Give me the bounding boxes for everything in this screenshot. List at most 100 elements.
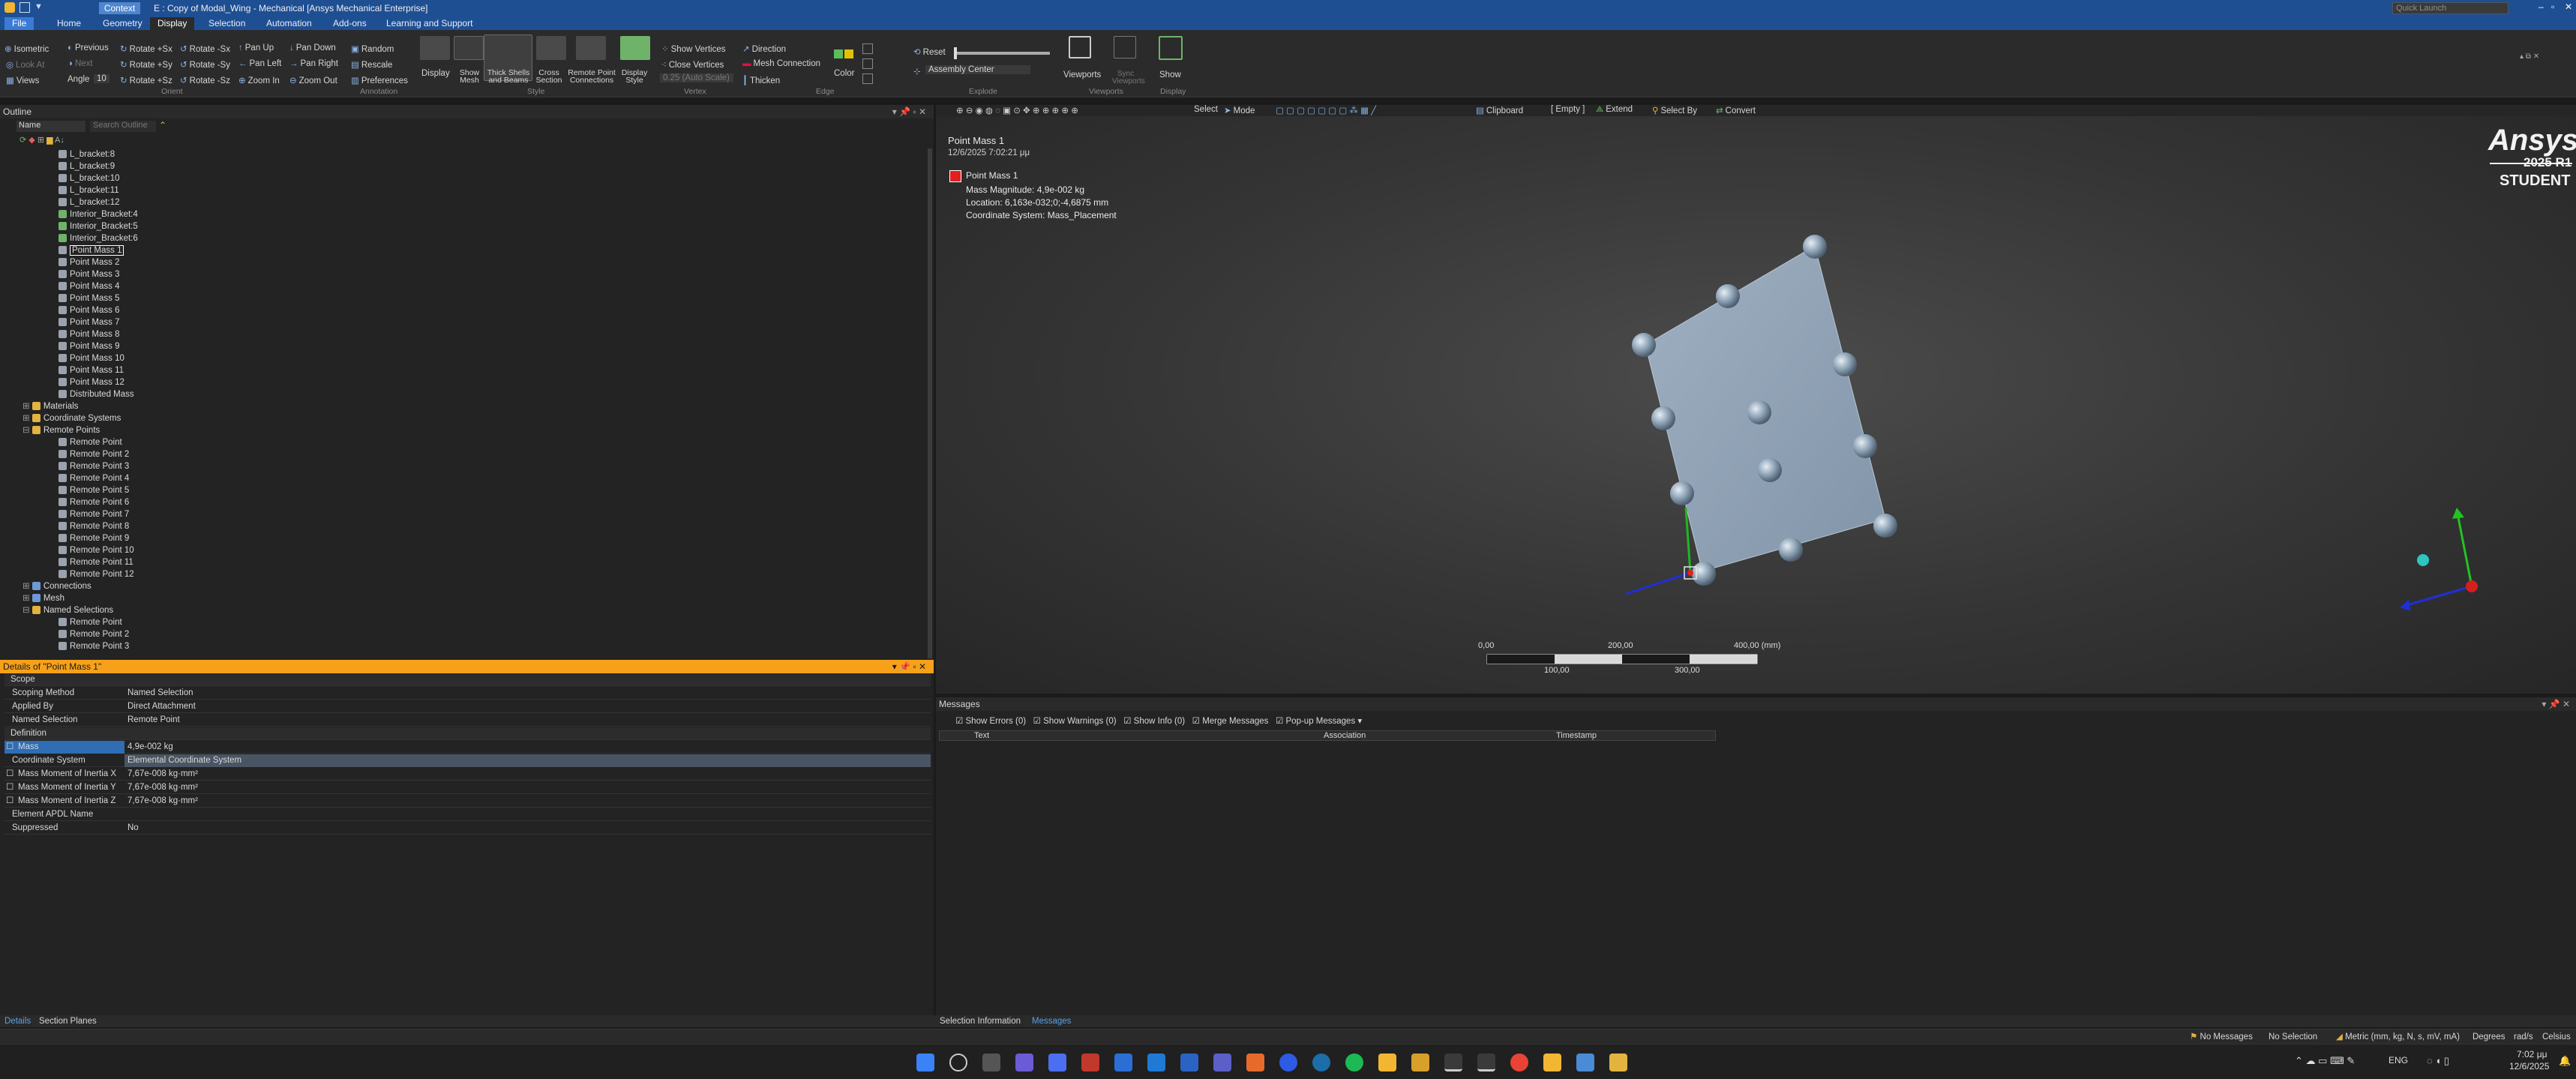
details-value[interactable]: 7,67e-008 kg·mm² (127, 768, 198, 781)
tag-icon[interactable]: ◆ (28, 136, 34, 145)
graphics-viewport[interactable]: Point Mass 1 12/6/2025 7:02:21 μμ Point … (936, 116, 2576, 694)
file-explorer-icon[interactable] (1378, 1054, 1396, 1072)
selection-filter-icons[interactable]: ▢ ▢ ▢ ▢ ▢ ▢ ▢ ⁂ ▦ ╱ (1276, 105, 1376, 115)
outline-tree-item[interactable]: Remote Point 10 (58, 544, 134, 556)
outline-tree-item[interactable]: Remote Point 2 (58, 628, 129, 640)
outline-tree-item[interactable]: ⊞ Coordinate Systems (22, 412, 121, 424)
tab-display[interactable]: Display (150, 17, 195, 30)
details-row[interactable]: Applied By Direct Attachment (4, 700, 931, 713)
network-volume-icons[interactable]: ◌ ◖ ▯ (2427, 1055, 2449, 1067)
column-timestamp[interactable]: Timestamp (1556, 731, 1597, 740)
details-value[interactable]: Direct Attachment (127, 700, 196, 713)
minimize-icon[interactable]: – (2539, 1, 2544, 12)
search-icon[interactable] (949, 1054, 967, 1072)
expand-icon[interactable]: ⊞ (37, 136, 44, 145)
details-row[interactable]: Mass Moment of Inertia X ☐ 7,67e-008 kg·mm… (4, 768, 931, 781)
word-icon[interactable] (1180, 1054, 1198, 1072)
edge-option-3-icon[interactable] (862, 73, 873, 84)
outline-tree-item[interactable]: L_bracket:10 (58, 172, 120, 184)
photos-icon[interactable] (1576, 1054, 1594, 1072)
outline-tree-item[interactable]: ⊞ Connections (22, 580, 91, 592)
outline-tree-item[interactable]: Point Mass 10 (58, 352, 124, 364)
edge-icon[interactable] (1312, 1054, 1330, 1072)
search-options-icon[interactable]: ⌃ (159, 120, 166, 130)
outline-tree-item[interactable]: Interior_Bracket:4 (58, 208, 138, 220)
show-warnings-checkbox[interactable]: ☑ Show Warnings (0) (1033, 717, 1117, 726)
ansys-workbench-icon[interactable] (1444, 1054, 1462, 1072)
outline-tree-item[interactable]: Point Mass 3 (58, 268, 119, 280)
pan-down-button[interactable]: ↓ Pan Down (289, 43, 336, 52)
outline-tree-item[interactable]: Point Mass 11 (58, 364, 124, 376)
previous-button[interactable]: ◐ Previous (67, 43, 109, 52)
tab-geometry[interactable]: Geometry (95, 17, 150, 30)
pan-up-button[interactable]: ↑ Pan Up (238, 43, 274, 52)
expand-toggle-icon[interactable]: ⊞ (22, 414, 32, 423)
tab-selection[interactable]: Selection (201, 17, 253, 30)
merge-messages-checkbox[interactable]: ☑ Merge Messages (1192, 717, 1269, 726)
select-by-dropdown[interactable]: ⚲ Select By (1652, 105, 1697, 115)
clipboard-dropdown[interactable]: ▤ Clipboard (1476, 105, 1523, 115)
vertex-scale-dropdown[interactable]: 0.25 (Auto Scale) (660, 73, 733, 82)
vscode-icon[interactable] (1147, 1054, 1165, 1072)
outline-tree-item[interactable]: L_bracket:12 (58, 196, 120, 208)
maximize-icon[interactable]: ▫ (2551, 1, 2554, 12)
edge-color-swatch-green[interactable] (834, 49, 843, 58)
quick-launch-input[interactable]: Quick Launch (2392, 2, 2509, 14)
edge-color-label[interactable]: Color (834, 69, 854, 78)
assembly-center-dropdown[interactable]: Assembly Center (925, 65, 1030, 74)
app-grid-icon[interactable] (1543, 1054, 1561, 1072)
angle-input[interactable]: 10 (94, 74, 109, 83)
tab-selection-information[interactable]: Selection Information (940, 1015, 1021, 1027)
outline-search-input[interactable]: Search Outline (90, 121, 156, 132)
clock-time[interactable]: 7:02 μμ (2517, 1049, 2548, 1060)
spotify-icon[interactable] (1345, 1054, 1363, 1072)
popup-messages-checkbox[interactable]: ☑ Pop-up Messages ▾ (1276, 717, 1362, 726)
zoom-tools-icons[interactable]: ⊕ ⊖ ◉ ◍ ◌ ▣ ⊙ ✥ ⊕ ⊕ ⊕ ⊕ ⊕ (956, 105, 1078, 115)
outlook-icon[interactable] (1114, 1054, 1132, 1072)
context-tab[interactable]: Context (99, 2, 140, 14)
rescale-button[interactable]: ▤ Rescale (351, 59, 392, 70)
app-orange-icon[interactable] (1246, 1054, 1264, 1072)
edge-option-1-icon[interactable] (862, 43, 873, 54)
outline-tree-item[interactable]: Remote Point 4 (58, 472, 129, 484)
app-yellow-icon[interactable] (1411, 1054, 1429, 1072)
language-indicator[interactable]: ENG (2389, 1055, 2408, 1066)
display-style-icon[interactable] (620, 36, 650, 60)
show-mesh-icon[interactable] (454, 36, 484, 60)
details-section[interactable]: Definition (4, 727, 931, 740)
expand-toggle-icon[interactable]: ⊟ (22, 426, 32, 435)
outline-tree-item[interactable]: Remote Point 2 (58, 448, 129, 460)
outline-tree-item[interactable]: Remote Point 11 (58, 556, 133, 568)
direction-button[interactable]: ↗ Direction (742, 43, 786, 54)
sort-icon[interactable]: A↓ (55, 136, 64, 145)
qat-dropdown-icon[interactable]: ▼ (34, 2, 43, 11)
outline-tree-item[interactable]: Interior_Bracket:5 (58, 220, 138, 232)
details-value[interactable]: Remote Point (127, 714, 180, 727)
preferences-button[interactable]: ▥ Preferences (351, 75, 408, 85)
details-value[interactable]: Elemental Coordinate System (127, 754, 241, 767)
clock-date[interactable]: 12/6/2025 (2509, 1061, 2549, 1072)
outline-tree-item[interactable]: Interior_Bracket:6 (58, 232, 138, 244)
tab-learning-support[interactable]: Learning and Support (379, 17, 480, 30)
remote-point-connections-icon[interactable] (576, 36, 606, 60)
expand-toggle-icon[interactable]: ⊞ (22, 594, 32, 603)
start-icon[interactable] (916, 1054, 934, 1072)
column-text[interactable]: Text (974, 731, 989, 740)
details-row[interactable]: Named Selection Remote Point (4, 714, 931, 727)
outline-tree-item[interactable]: Remote Point 8 (58, 520, 129, 532)
outline-tree-item[interactable]: Point Mass 1 (58, 244, 124, 256)
zoom-out-button[interactable]: ⊖ Zoom Out (289, 75, 337, 85)
outline-tree-item[interactable]: Point Mass 4 (58, 280, 119, 292)
outline-tree-item[interactable]: Remote Point (58, 616, 122, 628)
chrome-icon[interactable] (1510, 1054, 1528, 1072)
refresh-icon[interactable]: ⟳ (19, 136, 26, 145)
tab-details[interactable]: Details (4, 1015, 31, 1027)
outline-tree-item[interactable]: Remote Point (58, 436, 122, 448)
convert-dropdown[interactable]: ⇄ Convert (1716, 105, 1756, 115)
extend-dropdown[interactable]: ⟁ Extend (1596, 105, 1633, 115)
show-vertices-button[interactable]: ⁘ Show Vertices (661, 43, 726, 54)
ribbon-minimize-icon[interactable]: ▴ ⧉ ✕ (2520, 52, 2565, 61)
chat-icon[interactable] (1015, 1054, 1033, 1072)
outline-tree-item[interactable]: L_bracket:8 (58, 148, 115, 160)
details-row[interactable]: Mass Moment of Inertia Y ☐ 7,67e-008 kg·mm… (4, 781, 931, 794)
